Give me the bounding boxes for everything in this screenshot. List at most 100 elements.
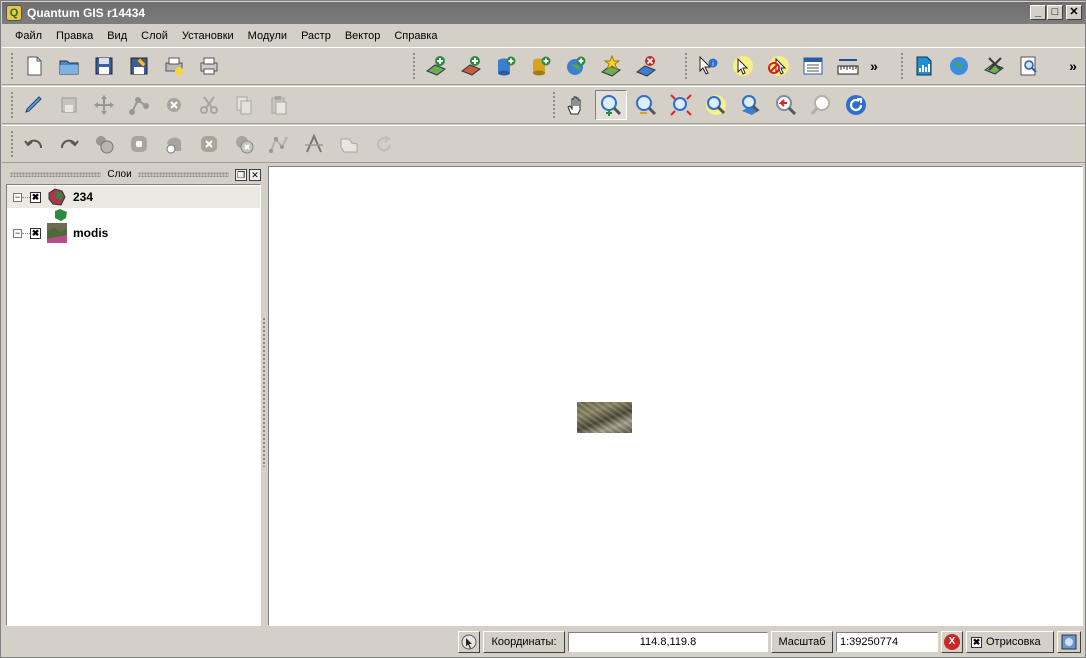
layer-name[interactable]: modis [73, 226, 108, 240]
zoom-full-button[interactable] [665, 90, 697, 120]
delete-selected-button[interactable] [158, 90, 190, 120]
layers-tree[interactable]: − ✖ 234 − ✖ modis [6, 184, 261, 626]
toolbar-grip[interactable] [552, 91, 556, 119]
deselect-features-button[interactable] [762, 51, 794, 81]
title-bar[interactable]: Q Quantum GIS r14434 _ □ ✕ [2, 2, 1085, 24]
delete-part-button[interactable] [228, 129, 260, 159]
zoom-to-layer-button[interactable] [735, 90, 767, 120]
menu-file[interactable]: Файл [8, 30, 49, 42]
print-composer-icon [165, 57, 183, 75]
qgis-app-icon: Q [6, 5, 22, 21]
save-edits-button[interactable] [53, 90, 85, 120]
zoom-next-button[interactable] [805, 90, 837, 120]
minimize-button[interactable]: _ [1030, 5, 1046, 20]
toggle-editing-button[interactable] [18, 90, 50, 120]
toolbar-grip[interactable] [900, 52, 904, 80]
menu-vector[interactable]: Вектор [338, 30, 388, 42]
menu-raster[interactable]: Растр [294, 30, 338, 42]
more-tools-chevron[interactable]: » [867, 58, 881, 74]
add-part-button[interactable] [158, 129, 190, 159]
attributes-toolbar: i » [684, 50, 881, 82]
toggle-extents-button[interactable] [458, 631, 480, 653]
new-vector-layer-button[interactable] [595, 51, 627, 81]
projection-button[interactable] [1057, 631, 1081, 653]
layer-visibility-checkbox[interactable]: ✖ [30, 191, 41, 203]
render-toggle[interactable]: ✖ Отрисовка [966, 631, 1054, 653]
delete-ring-button[interactable] [193, 129, 225, 159]
measure-line-button[interactable] [832, 51, 864, 81]
cut-features-button[interactable] [193, 90, 225, 120]
layer-row-modis[interactable]: − ✖ modis [7, 222, 260, 244]
add-wms-layer-button[interactable] [560, 51, 592, 81]
select-features-button[interactable] [727, 51, 759, 81]
print-button[interactable] [193, 51, 225, 81]
redo-button[interactable] [53, 129, 85, 159]
collapse-toggle[interactable]: − [13, 192, 22, 202]
save-project-button[interactable] [88, 51, 120, 81]
toolbar-grip[interactable] [412, 52, 416, 80]
new-print-composer-button[interactable] [158, 51, 190, 81]
close-panel-button[interactable]: ✕ [249, 168, 262, 181]
plugin-globe-button[interactable] [943, 51, 975, 81]
simplify-feature-button[interactable] [88, 129, 120, 159]
scale-field[interactable]: 1:39250774 [836, 632, 938, 652]
remove-layer-button[interactable] [630, 51, 662, 81]
collapse-toggle[interactable]: − [13, 228, 22, 238]
menu-view[interactable]: Вид [100, 30, 134, 42]
refresh-map-button[interactable] [840, 90, 872, 120]
toolbar-grip[interactable] [684, 52, 688, 80]
plugin-zoom-report-button[interactable] [1013, 51, 1045, 81]
menu-help[interactable]: Справка [387, 30, 444, 42]
layers-panel-header[interactable]: Слои ❐ ✕ [6, 167, 262, 182]
zoom-last-button[interactable] [770, 90, 802, 120]
identify-features-button[interactable]: i [692, 51, 724, 81]
modis-raster-image [577, 402, 632, 433]
toolbar-grip[interactable] [10, 130, 14, 158]
add-spatialite-layer-button[interactable] [525, 51, 557, 81]
map-canvas[interactable] [268, 166, 1083, 626]
coordinates-label: Координаты: [483, 631, 565, 653]
add-raster-layer-button[interactable] [455, 51, 487, 81]
merge-features-button[interactable] [333, 129, 365, 159]
rotate-icon [376, 135, 392, 152]
more-plugins-chevron[interactable]: » [1066, 58, 1080, 74]
float-panel-button[interactable]: ❐ [235, 168, 248, 181]
pencil-icon [25, 96, 42, 113]
add-postgis-layer-button[interactable] [490, 51, 522, 81]
stop-render-button[interactable]: X [941, 631, 963, 653]
menu-settings[interactable]: Установки [175, 30, 241, 42]
maximize-button[interactable]: □ [1047, 5, 1063, 20]
toolbar-grip[interactable] [10, 52, 14, 80]
plugin-georeferencer-button[interactable] [978, 51, 1010, 81]
move-feature-button[interactable] [88, 90, 120, 120]
new-project-button[interactable] [18, 51, 50, 81]
close-button[interactable]: ✕ [1066, 5, 1082, 20]
menu-edit[interactable]: Правка [49, 30, 100, 42]
coordinates-field[interactable]: 114.8,119.8 [568, 632, 768, 652]
node-tool-button[interactable] [123, 90, 155, 120]
menu-plugins[interactable]: Модули [241, 30, 294, 42]
reshape-features-button[interactable] [263, 129, 295, 159]
add-ring-button[interactable] [123, 129, 155, 159]
save-as-button[interactable] [123, 51, 155, 81]
open-attribute-table-button[interactable] [797, 51, 829, 81]
layer-name[interactable]: 234 [73, 190, 93, 204]
rotate-symbol-button[interactable] [368, 129, 400, 159]
paste-features-button[interactable] [263, 90, 295, 120]
plugin-chart-button[interactable] [908, 51, 940, 81]
open-project-button[interactable] [53, 51, 85, 81]
render-checkbox[interactable]: ✖ [971, 636, 982, 648]
add-vector-layer-button[interactable] [420, 51, 452, 81]
undo-button[interactable] [18, 129, 50, 159]
layer-visibility-checkbox[interactable]: ✖ [30, 227, 41, 239]
menu-layer[interactable]: Слой [134, 30, 175, 42]
zoom-in-button[interactable] [595, 90, 627, 120]
split-features-button[interactable] [298, 129, 330, 159]
pan-map-button[interactable] [560, 90, 592, 120]
zoom-to-selection-button[interactable] [700, 90, 732, 120]
zoom-out-button[interactable] [630, 90, 662, 120]
layer-row-234[interactable]: − ✖ 234 [7, 186, 260, 208]
panel-splitter[interactable] [262, 317, 266, 467]
copy-features-button[interactable] [228, 90, 260, 120]
toolbar-grip[interactable] [10, 91, 14, 119]
